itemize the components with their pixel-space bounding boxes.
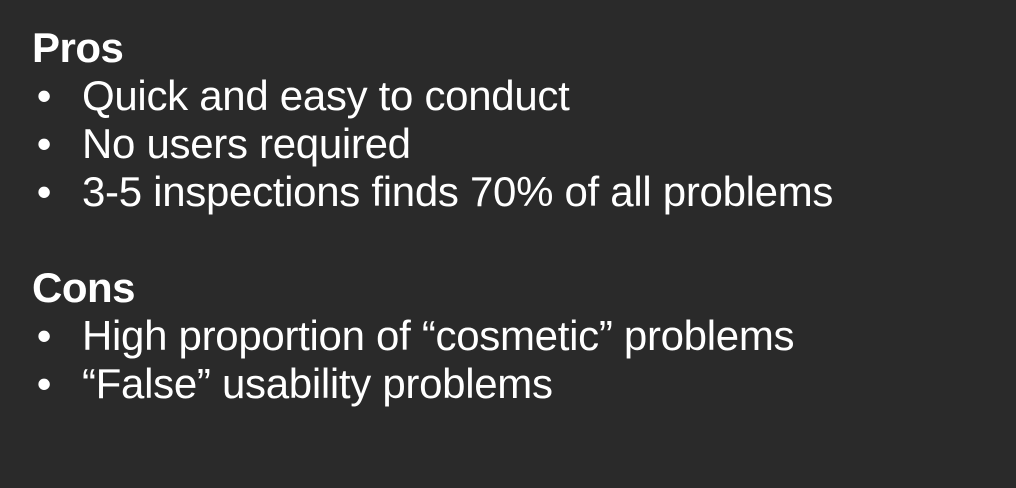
bullet-icon: • [36, 360, 52, 407]
pros-item-text: 3-5 inspections finds 70% of all problem… [82, 168, 834, 215]
cons-section: Cons • High proportion of “cosmetic” pro… [32, 264, 1007, 408]
slide-content: Pros • Quick and easy to conduct • No us… [32, 24, 1007, 408]
cons-item-text: High proportion of “cosmetic” problems [82, 312, 795, 359]
cons-list: • High proportion of “cosmetic” problems… [32, 312, 1007, 408]
cons-list-item: • High proportion of “cosmetic” problems [32, 312, 1007, 360]
pros-list-item: • 3-5 inspections finds 70% of all probl… [32, 168, 1007, 216]
cons-item-text: “False” usability problems [82, 360, 553, 407]
pros-item-text: Quick and easy to conduct [82, 72, 570, 119]
bullet-icon: • [36, 168, 52, 215]
pros-list: • Quick and easy to conduct • No users r… [32, 72, 1007, 216]
pros-list-item: • Quick and easy to conduct [32, 72, 1007, 120]
cons-heading: Cons [32, 264, 136, 311]
pros-section: Pros • Quick and easy to conduct • No us… [32, 24, 1007, 216]
cons-list-item: • “False” usability problems [32, 360, 1007, 408]
bullet-icon: • [36, 120, 52, 167]
bullet-icon: • [36, 72, 52, 119]
pros-heading: Pros [32, 24, 124, 71]
pros-list-item: • No users required [32, 120, 1007, 168]
pros-item-text: No users required [82, 120, 411, 167]
bullet-icon: • [36, 312, 52, 359]
